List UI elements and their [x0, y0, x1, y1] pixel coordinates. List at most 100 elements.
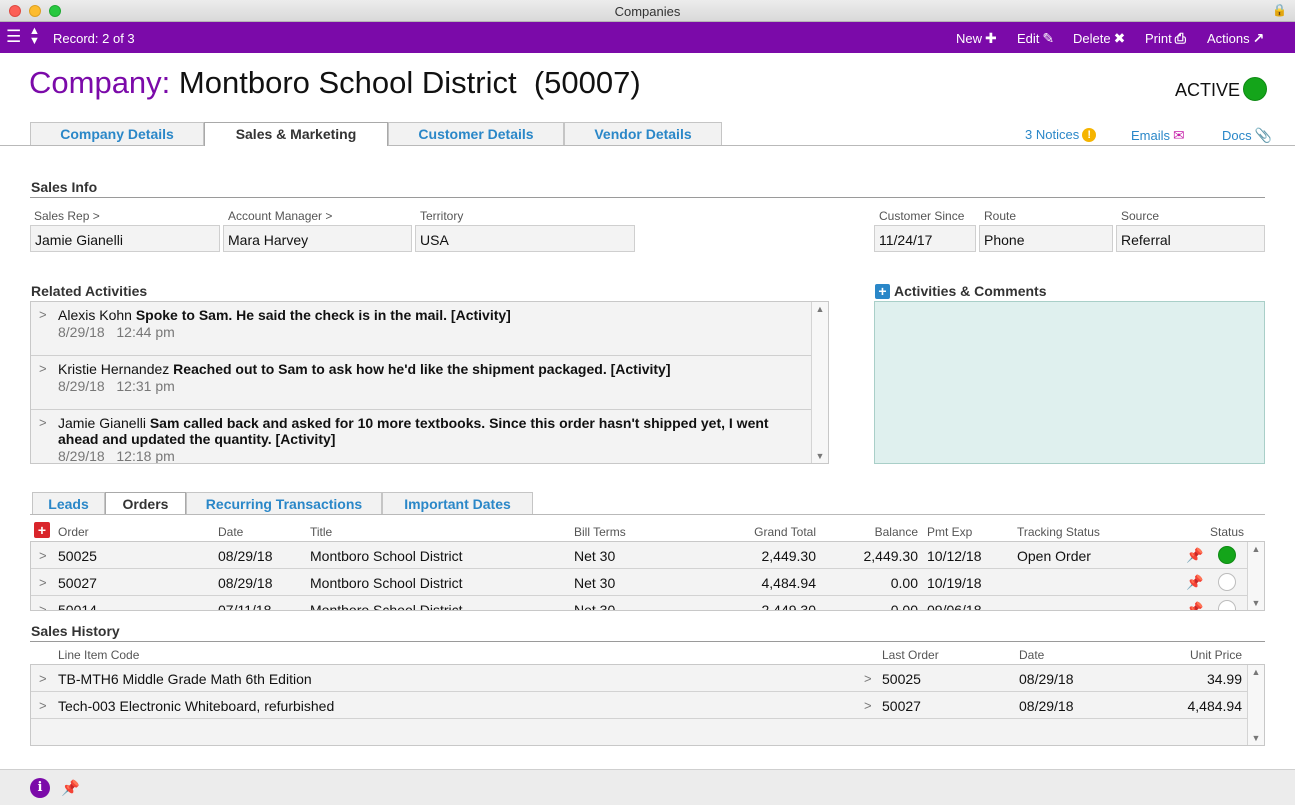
scroll-up-icon[interactable]: ▲ — [1248, 544, 1264, 554]
page-title-label: Company: — [29, 65, 171, 100]
status-indicator — [1243, 77, 1267, 101]
add-order-icon[interactable]: + — [34, 522, 50, 538]
last-order[interactable]: 50025 — [882, 671, 921, 687]
orders-scrollbar[interactable]: ▲ ▼ — [1247, 542, 1264, 610]
chevron-right-icon[interactable]: > — [39, 671, 47, 686]
activity-date: 8/29/18 — [58, 378, 105, 394]
scroll-down-icon[interactable]: ▼ — [1248, 598, 1264, 608]
chevron-right-icon[interactable]: > — [39, 602, 47, 610]
column-header-line-item-code[interactable]: Line Item Code — [58, 648, 139, 662]
sales-history-scrollbar[interactable]: ▲ ▼ — [1247, 665, 1264, 745]
info-icon[interactable]: i — [30, 778, 50, 798]
scroll-down-icon[interactable]: ▼ — [812, 451, 828, 461]
column-header-tracking-status[interactable]: Tracking Status — [1017, 525, 1100, 539]
record-navigation-icon[interactable]: ▲ ▼ — [29, 26, 40, 47]
tab-vendor-details[interactable]: Vendor Details — [564, 122, 722, 145]
chevron-right-icon[interactable]: > — [39, 361, 47, 376]
order-grand-total: 4,484.94 — [761, 575, 817, 591]
chevron-right-icon[interactable]: > — [864, 698, 872, 713]
pin-icon[interactable]: 📌 — [1186, 547, 1203, 564]
notices-link[interactable]: 3 Notices ! — [1025, 127, 1097, 142]
new-button[interactable]: New ✚ — [956, 30, 997, 47]
sales-rep-label[interactable]: Sales Rep > — [34, 209, 100, 223]
activities-comments-panel[interactable] — [874, 301, 1265, 464]
tab-company-details[interactable]: Company Details — [30, 122, 204, 145]
unit-price: 34.99 — [1206, 671, 1242, 687]
hamburger-menu-icon[interactable]: ☰ — [6, 28, 21, 46]
column-header-pmt-exp[interactable]: Pmt Exp — [927, 525, 972, 539]
activities-scrollbar[interactable]: ▲ ▼ — [811, 302, 828, 463]
activity-item[interactable]: > Alexis Kohn Spoke to Sam. He said the … — [31, 302, 812, 356]
source-field[interactable]: Referral — [1116, 225, 1265, 252]
order-number: 50014 — [58, 602, 97, 611]
activity-author: Jamie Gianelli — [58, 415, 146, 431]
last-order[interactable]: 50027 — [882, 698, 921, 714]
activity-author: Kristie Hernandez — [58, 361, 170, 377]
column-header-balance[interactable]: Balance — [828, 525, 918, 539]
scroll-down-icon[interactable]: ▼ — [1248, 733, 1264, 743]
emails-label: Emails — [1131, 128, 1171, 143]
territory-field[interactable]: USA — [415, 225, 635, 252]
table-row[interactable]: > TB-MTH6 Middle Grade Math 6th Edition … — [31, 665, 1248, 692]
docs-link[interactable]: Docs 📎 — [1222, 127, 1272, 144]
chevron-right-icon[interactable]: > — [39, 307, 47, 322]
scroll-up-icon[interactable]: ▲ — [1248, 667, 1264, 677]
route-field[interactable]: Phone — [979, 225, 1113, 252]
actions-button-label: Actions — [1207, 31, 1250, 46]
table-row[interactable]: > 50025 08/29/18 Montboro School Distric… — [31, 542, 1248, 569]
table-row[interactable]: > 50014 07/11/18 Montboro School Distric… — [31, 596, 1248, 611]
tab-important-dates[interactable]: Important Dates — [382, 492, 533, 515]
pin-icon[interactable]: 📌 — [1186, 574, 1203, 591]
unit-price: 4,484.94 — [1187, 698, 1243, 714]
print-button[interactable]: Print ⎙ — [1145, 30, 1186, 47]
column-header-order[interactable]: Order — [58, 525, 89, 539]
status-label: ACTIVE — [1175, 80, 1241, 100]
activity-timestamp: 8/29/18 12:18 pm — [58, 448, 175, 463]
column-header-bill-terms[interactable]: Bill Terms — [574, 525, 626, 539]
activity-text: Alexis Kohn Spoke to Sam. He said the ch… — [58, 307, 798, 323]
activity-item[interactable]: > Kristie Hernandez Reached out to Sam t… — [31, 356, 812, 410]
actions-button[interactable]: Actions ↗ — [1207, 30, 1264, 47]
order-status-inactive-icon — [1218, 600, 1236, 610]
table-row[interactable]: > 50027 08/29/18 Montboro School Distric… — [31, 569, 1248, 596]
column-header-date[interactable]: Date — [1019, 648, 1044, 662]
activity-item[interactable]: > Jamie Gianelli Sam called back and ask… — [31, 410, 812, 463]
account-manager-label[interactable]: Account Manager > — [228, 209, 332, 223]
column-header-grand-total[interactable]: Grand Total — [716, 525, 816, 539]
tab-recurring-transactions[interactable]: Recurring Transactions — [186, 492, 382, 515]
order-grand-total: 2,449.30 — [761, 548, 817, 564]
tab-sales-marketing[interactable]: Sales & Marketing — [204, 122, 388, 146]
tab-orders[interactable]: Orders — [105, 492, 186, 515]
activity-description: Reached out to Sam to ask how he'd like … — [173, 361, 671, 377]
chevron-right-icon[interactable]: > — [39, 548, 47, 563]
order-number: 50025 — [58, 548, 97, 564]
delete-button[interactable]: Delete ✖ — [1073, 30, 1125, 47]
related-activities-title: Related Activities — [31, 283, 148, 299]
chevron-right-icon[interactable]: > — [39, 698, 47, 713]
notices-label: 3 Notices — [1025, 127, 1080, 142]
edit-button[interactable]: Edit ✎ — [1017, 30, 1054, 47]
scroll-up-icon[interactable]: ▲ — [812, 304, 828, 314]
table-row[interactable]: > Tech-003 Electronic Whiteboard, refurb… — [31, 692, 1248, 719]
column-header-last-order[interactable]: Last Order — [882, 648, 939, 662]
activity-time: 12:31 pm — [116, 378, 175, 394]
column-header-status[interactable]: Status — [1210, 525, 1244, 539]
tab-leads[interactable]: Leads — [32, 492, 105, 515]
column-header-unit-price[interactable]: Unit Price — [1142, 648, 1242, 662]
chevron-right-icon[interactable]: > — [39, 415, 47, 430]
customer-since-field[interactable]: 11/24/17 — [874, 225, 976, 252]
emails-link[interactable]: Emails ✉ — [1131, 127, 1185, 144]
account-manager-field[interactable]: Mara Harvey — [223, 225, 412, 252]
sales-rep-field[interactable]: Jamie Gianelli — [30, 225, 220, 252]
pin-icon[interactable]: 📌 — [1186, 601, 1203, 610]
pin-icon[interactable]: 📌 — [61, 779, 80, 797]
chevron-right-icon[interactable]: > — [39, 575, 47, 590]
column-header-title[interactable]: Title — [310, 525, 332, 539]
activity-text: Jamie Gianelli Sam called back and asked… — [58, 415, 798, 447]
tab-customer-details[interactable]: Customer Details — [388, 122, 564, 145]
chevron-right-icon[interactable]: > — [864, 671, 872, 686]
source-label: Source — [1121, 209, 1160, 223]
add-comment-icon[interactable]: + — [875, 284, 890, 299]
column-header-date[interactable]: Date — [218, 525, 243, 539]
territory-label: Territory — [420, 209, 464, 223]
